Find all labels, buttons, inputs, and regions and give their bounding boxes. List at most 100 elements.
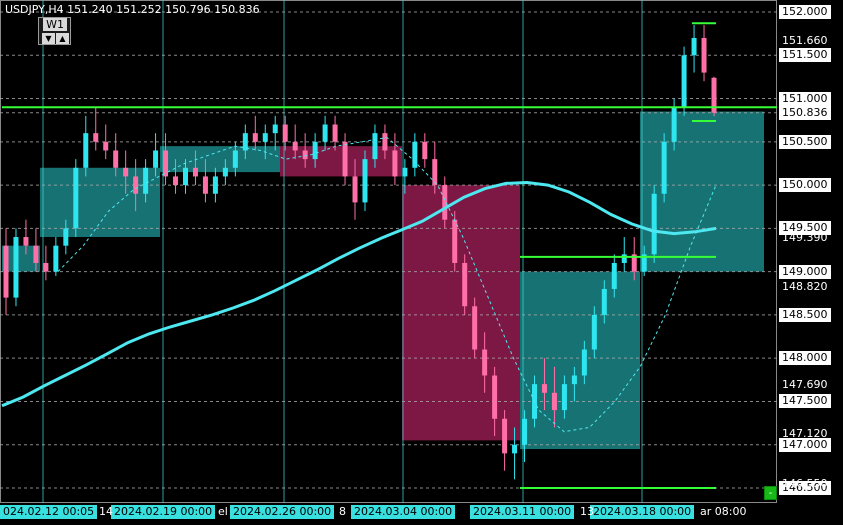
- time-label: 2024.03.04 00:00: [351, 505, 456, 519]
- price-label: 148.000: [779, 351, 831, 366]
- candle-body: [222, 167, 228, 177]
- symbol-info: USDJPY,H4 151.240 151.252 150.796 150.83…: [5, 3, 260, 16]
- price-label: 148.500: [779, 307, 831, 322]
- price-label: 150.500: [779, 134, 831, 149]
- weekly-box: [640, 111, 764, 272]
- candle-body: [551, 392, 557, 411]
- candle-body: [402, 167, 408, 177]
- time-label: 2024.02.19 00:00: [111, 505, 216, 519]
- timeframe-label: W1: [43, 18, 67, 31]
- candle-body: [202, 176, 208, 194]
- candle-body: [412, 141, 418, 168]
- candle-body: [302, 150, 308, 160]
- candle-body: [462, 262, 468, 307]
- time-tick-label: 14: [99, 505, 113, 518]
- candle-body: [192, 167, 198, 177]
- time-label: 2024.02.26 00:00: [230, 505, 335, 519]
- candle-body: [312, 141, 318, 160]
- time-label: 2024.03.11 00:00: [470, 505, 575, 519]
- price-label: 150.836: [779, 105, 831, 120]
- candle-body: [3, 245, 9, 298]
- weekly-box: [280, 146, 402, 177]
- time-tick-label: 8: [339, 505, 346, 518]
- candle-body: [123, 167, 129, 177]
- candle-body: [292, 141, 298, 151]
- candle-body: [601, 288, 607, 315]
- weekly-box: [40, 167, 160, 238]
- timeframe-panel[interactable]: W1 ▼ ▲: [38, 17, 71, 45]
- price-label: 152.000: [779, 5, 831, 19]
- candle-body: [133, 176, 139, 194]
- candle-body: [611, 262, 617, 289]
- price-label: 151.500: [779, 48, 831, 63]
- zoom-out-button[interactable]: -: [764, 486, 777, 500]
- price-tick-label: 146.550: [782, 476, 828, 490]
- price-label: 149.000: [779, 264, 831, 279]
- scroll-up-icon[interactable]: ▲: [56, 33, 69, 44]
- weekly-box: [160, 146, 280, 173]
- candle-body: [232, 150, 238, 168]
- candle-body: [472, 306, 478, 350]
- candle-body: [332, 124, 338, 142]
- candle-body: [182, 167, 188, 186]
- candle-body: [452, 219, 458, 263]
- candle-body: [63, 228, 69, 246]
- time-tick-label: ar 08:00: [700, 505, 747, 518]
- price-label: 147.500: [779, 394, 831, 409]
- candle-body: [362, 159, 368, 203]
- candle-body: [561, 384, 567, 411]
- candle-body: [342, 141, 348, 177]
- candle-body: [372, 133, 378, 160]
- candle-body: [93, 133, 99, 142]
- candle-body: [681, 55, 687, 108]
- candle-body: [581, 349, 587, 376]
- candle-body: [671, 107, 677, 142]
- candle-body: [73, 167, 79, 229]
- candle-body: [163, 150, 169, 177]
- time-label: 2024.03.18 00:00: [590, 505, 695, 519]
- candle-body: [23, 237, 29, 246]
- time-tick-label: 13: [580, 505, 594, 518]
- candle-body: [591, 314, 597, 350]
- candle-body: [701, 37, 707, 73]
- price-tick-label: 147.120: [782, 427, 828, 441]
- candle-body: [173, 176, 179, 186]
- candle-body: [691, 37, 697, 56]
- candle-body: [522, 418, 528, 445]
- candle-body: [43, 262, 49, 272]
- candle-body: [502, 418, 508, 454]
- candle-body: [541, 384, 547, 393]
- time-axis[interactable]: 024.02.12 00:05 2024.02.19 00:00 2024.02.2…: [0, 503, 777, 525]
- candle-body: [143, 167, 149, 194]
- candle-body: [352, 176, 358, 203]
- time-label: 024.02.12 00:05: [0, 505, 98, 519]
- price-chart[interactable]: [0, 0, 777, 503]
- candle-body: [262, 133, 268, 142]
- candle-body: [432, 159, 438, 186]
- candle-body: [113, 150, 119, 168]
- candle-body: [53, 245, 59, 272]
- candle-body: [571, 375, 577, 385]
- candle-body: [382, 133, 388, 151]
- candle-body: [322, 124, 328, 142]
- candle-body: [252, 133, 258, 142]
- candle-body: [621, 254, 627, 263]
- candle-body: [482, 349, 488, 376]
- price-axis[interactable]: 152.000 151.500 151.000 150.836 150.500 150.0…: [777, 0, 843, 525]
- candle-body: [83, 133, 89, 168]
- candle-body: [492, 375, 498, 419]
- candle-body: [103, 141, 109, 151]
- candle-body: [422, 141, 428, 160]
- scroll-down-icon[interactable]: ▼: [42, 33, 55, 44]
- candle-body: [153, 150, 159, 168]
- candle-body: [651, 193, 657, 255]
- price-tick-label: 147.690: [782, 378, 828, 391]
- candle-body: [212, 176, 218, 194]
- price-tick-label: 151.660: [782, 34, 828, 48]
- price-tick-label: 148.820: [782, 280, 828, 294]
- weekly-box: [520, 271, 640, 450]
- time-tick-label: el: [218, 505, 228, 518]
- price-label: 150.000: [779, 178, 831, 193]
- candle-body: [282, 124, 288, 142]
- price-tick-label: 149.390: [782, 230, 828, 244]
